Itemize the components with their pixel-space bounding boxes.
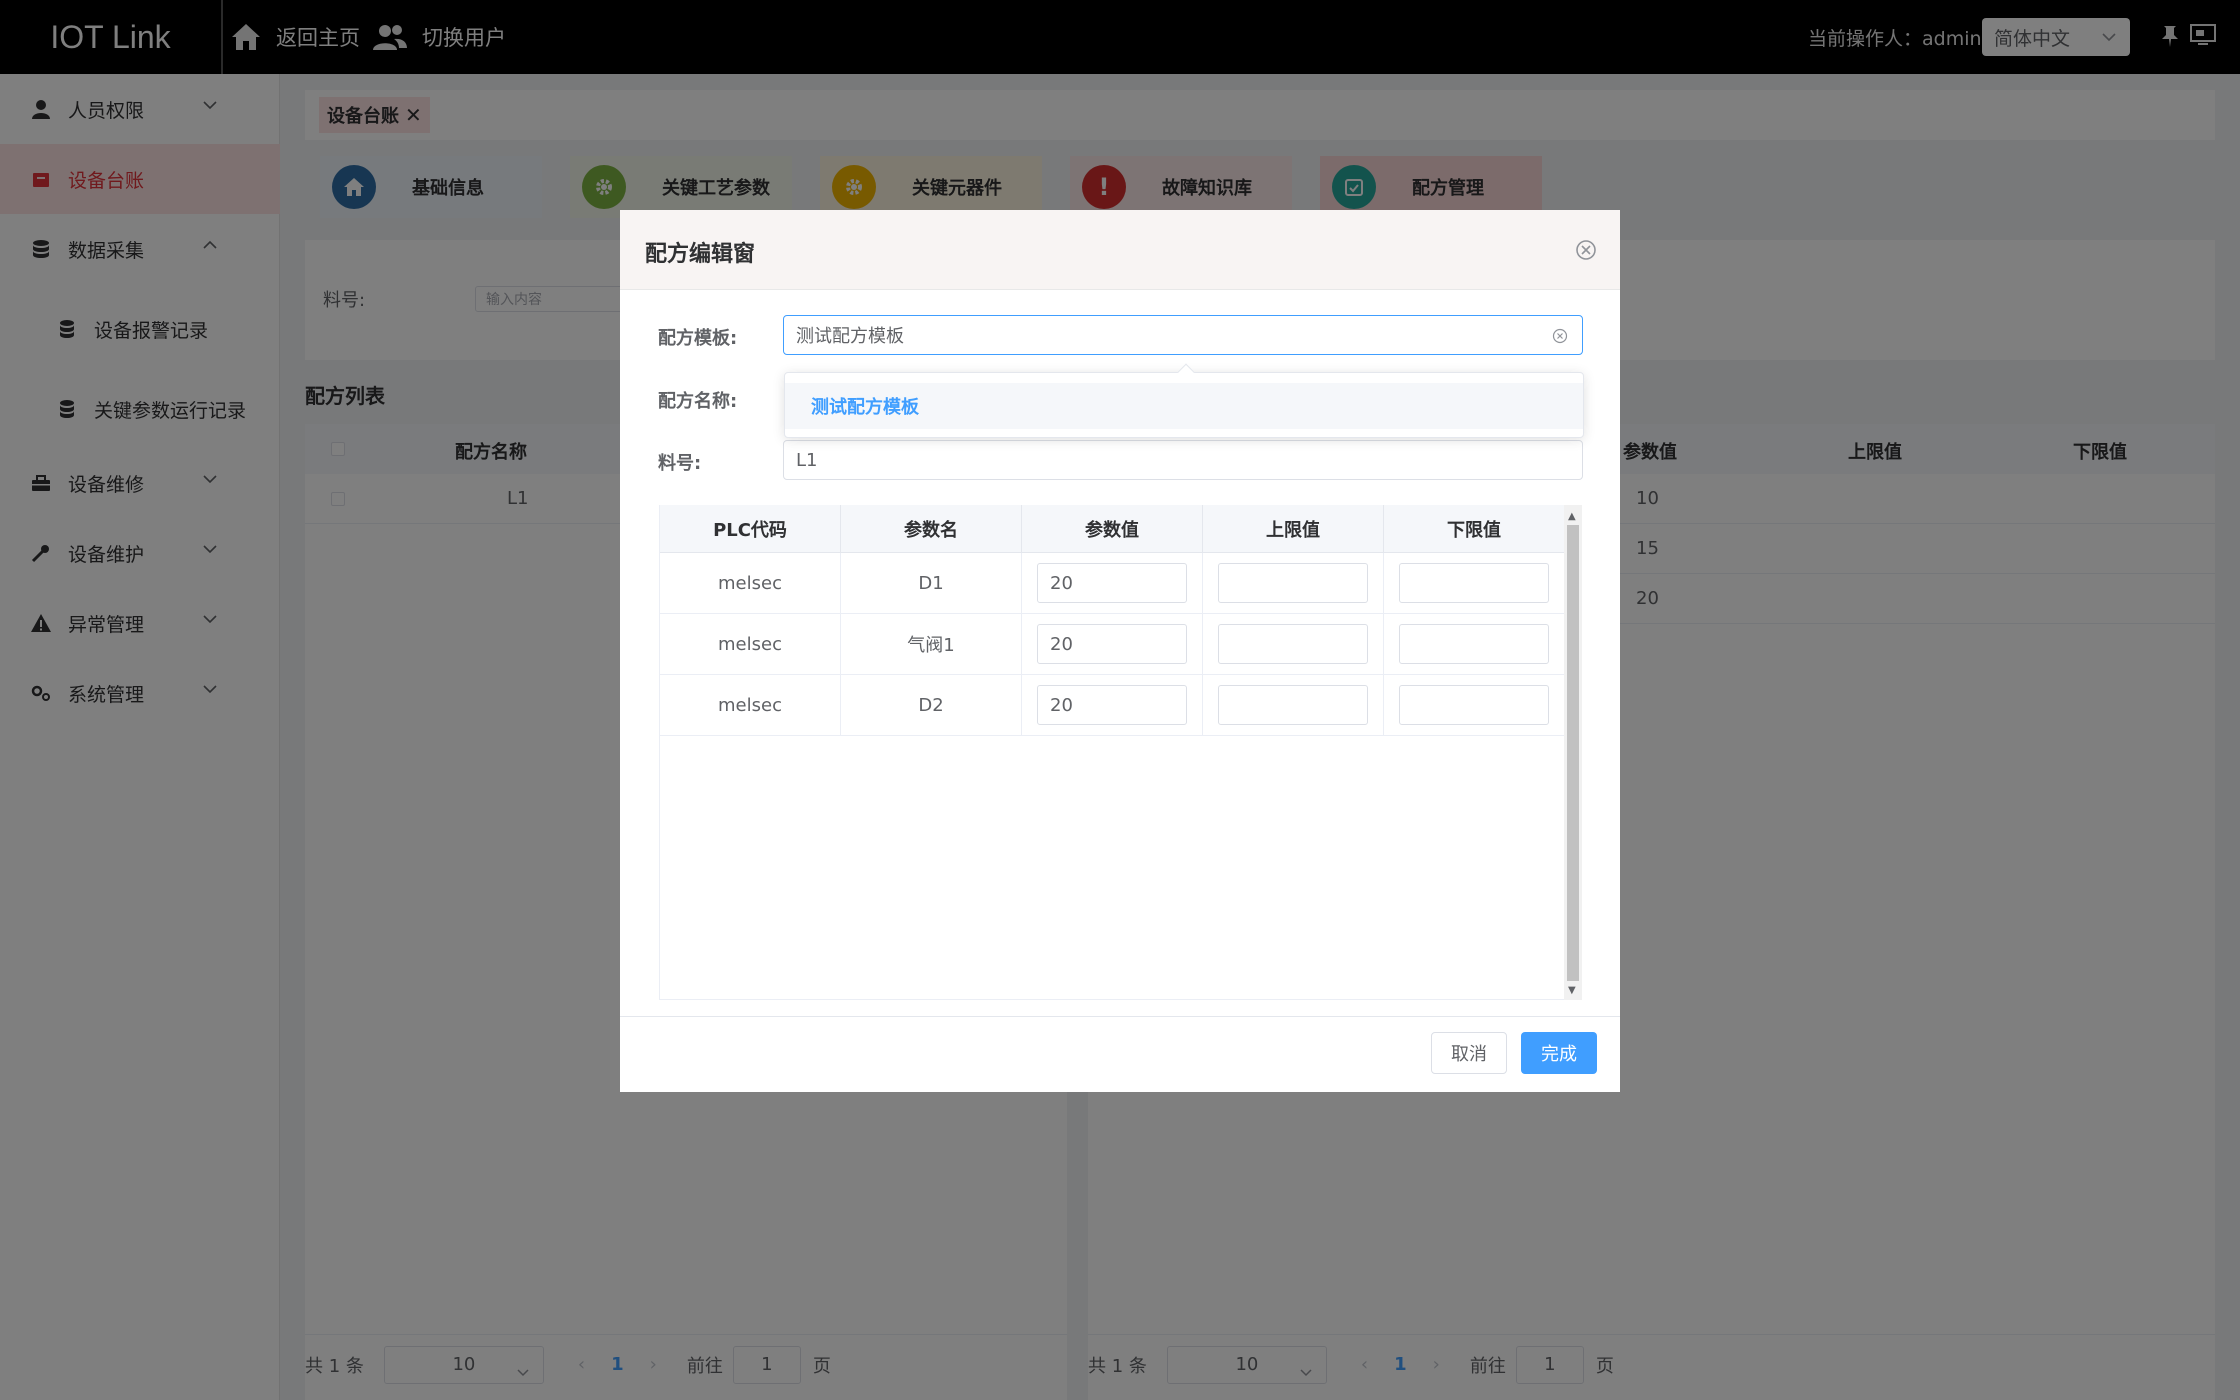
upper-limit-cell [1203,614,1384,675]
param-value-cell: 20 [1022,553,1203,614]
lower-limit-cell [1384,614,1565,675]
param-name-cell: 气阀1 [841,614,1022,675]
lower-limit-input[interactable] [1399,685,1549,725]
param-value-input[interactable]: 20 [1037,685,1187,725]
param-value-input[interactable]: 20 [1037,563,1187,603]
upper-limit-input[interactable] [1218,563,1368,603]
param-value-cell: 20 [1022,675,1203,736]
param-name-cell: D2 [841,675,1022,736]
param-value-text: 20 [1050,572,1073,594]
template-select[interactable]: 测试配方模板 [783,315,1583,355]
param-value-text: 20 [1050,633,1073,655]
upper-limit-input[interactable] [1218,685,1368,725]
plc-code-cell: melsec [660,553,841,614]
upper-limit-input[interactable] [1218,624,1368,664]
column-header: PLC代码 [660,505,841,553]
part-number-value: L1 [796,449,818,471]
grid-scrollbar[interactable]: ▲ ▼ [1564,505,1582,1000]
param-name-cell: D1 [841,553,1022,614]
plc-code-cell: melsec [660,675,841,736]
param-value-cell: 20 [1022,614,1203,675]
template-label: 配方模板: [658,328,738,349]
dropdown-arrow [1177,363,1195,381]
part-number-input[interactable]: L1 [783,440,1583,480]
upper-limit-cell [1203,553,1384,614]
scrollbar-thumb[interactable] [1567,525,1579,981]
param-grid: PLC代码 参数名 参数值 上限值 下限值 melsec D1 20 melse… [659,505,1565,1000]
recipe-edit-dialog: 配方编辑窗 配方模板: 测试配方模板 配方名称: 料号: L1 PLC代码 参数… [620,210,1620,1092]
template-value: 测试配方模板 [796,326,904,347]
column-header: 参数值 [1022,505,1203,553]
plc-code-cell: melsec [660,614,841,675]
scroll-up-icon[interactable]: ▲ [1568,511,1576,522]
param-value-text: 20 [1050,694,1073,716]
scroll-down-icon[interactable]: ▼ [1568,985,1576,996]
recipe-name-label: 配方名称: [658,391,738,412]
lower-limit-cell [1384,553,1565,614]
upper-limit-cell [1203,675,1384,736]
dialog-title: 配方编辑窗 [645,242,756,267]
lower-limit-cell [1384,675,1565,736]
cancel-button[interactable]: 取消 [1431,1032,1507,1074]
part-number-label: 料号: [658,453,702,474]
close-icon[interactable] [1575,239,1597,261]
dialog-header: 配方编辑窗 [620,210,1620,290]
column-header: 参数名 [841,505,1022,553]
done-button[interactable]: 完成 [1521,1032,1597,1074]
param-value-input[interactable]: 20 [1037,624,1187,664]
template-dropdown: 测试配方模板 [784,363,1584,438]
lower-limit-input[interactable] [1399,563,1549,603]
dialog-footer: 取消 完成 [620,1016,1620,1092]
column-header: 下限值 [1384,505,1565,553]
column-header: 上限值 [1203,505,1384,553]
lower-limit-input[interactable] [1399,624,1549,664]
clear-icon[interactable] [1552,328,1568,344]
dropdown-option[interactable]: 测试配方模板 [785,383,1583,429]
